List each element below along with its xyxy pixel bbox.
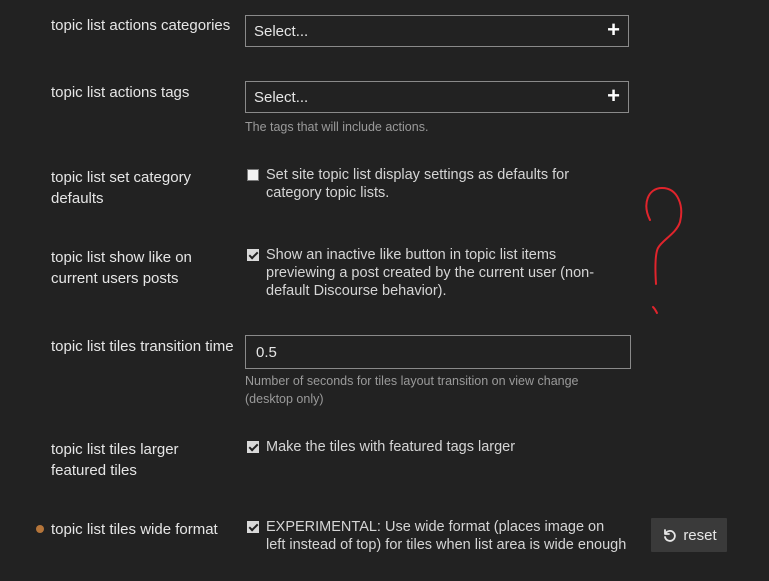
- category-defaults-setting: Set site topic list display settings as …: [247, 166, 627, 202]
- modified-indicator-dot: [36, 525, 44, 533]
- show-like-setting: Show an inactive like button in topic li…: [247, 246, 627, 300]
- show-like-checkbox[interactable]: [247, 249, 259, 261]
- tags-select[interactable]: Select... +: [245, 81, 629, 113]
- transition-time-help-text: Number of seconds for tiles layout trans…: [245, 374, 579, 406]
- question-mark-annotation: [645, 186, 683, 314]
- setting-label-wide-format: topic list tiles wide format: [51, 521, 218, 538]
- tags-select-placeholder: Select...: [254, 88, 309, 106]
- setting-label-larger-featured: topic list tiles larger featured tiles: [51, 441, 179, 479]
- wide-format-setting: EXPERIMENTAL: Use wide format (places im…: [247, 518, 627, 554]
- transition-time-input[interactable]: 0.5: [245, 335, 631, 369]
- wide-format-checkbox[interactable]: [247, 521, 259, 533]
- larger-featured-checkbox[interactable]: [247, 441, 259, 453]
- setting-label-categories: topic list actions categories: [51, 17, 231, 34]
- setting-label-category-defaults: topic list set category defaults: [51, 169, 192, 207]
- tags-help-text: The tags that will include actions.: [245, 120, 429, 134]
- category-defaults-checkbox[interactable]: [247, 169, 259, 181]
- plus-icon: +: [607, 83, 620, 108]
- setting-label-show-like: topic list show like on current users po…: [51, 249, 192, 287]
- setting-label-transition-time: topic list tiles transition time: [51, 338, 234, 355]
- wide-format-description: EXPERIMENTAL: Use wide format (places im…: [266, 519, 627, 553]
- undo-icon: [664, 529, 677, 542]
- category-defaults-description: Set site topic list display settings as …: [266, 167, 570, 201]
- show-like-description: Show an inactive like button in topic li…: [266, 247, 595, 299]
- larger-featured-description: Make the tiles with featured tags larger: [266, 439, 516, 455]
- categories-select[interactable]: Select... +: [245, 15, 629, 47]
- categories-select-placeholder: Select...: [254, 22, 309, 40]
- larger-featured-setting: Make the tiles with featured tags larger: [247, 438, 627, 456]
- reset-button-label: reset: [683, 526, 717, 544]
- plus-icon: +: [607, 17, 620, 42]
- reset-button[interactable]: reset: [651, 518, 727, 552]
- setting-label-tags: topic list actions tags: [51, 84, 190, 101]
